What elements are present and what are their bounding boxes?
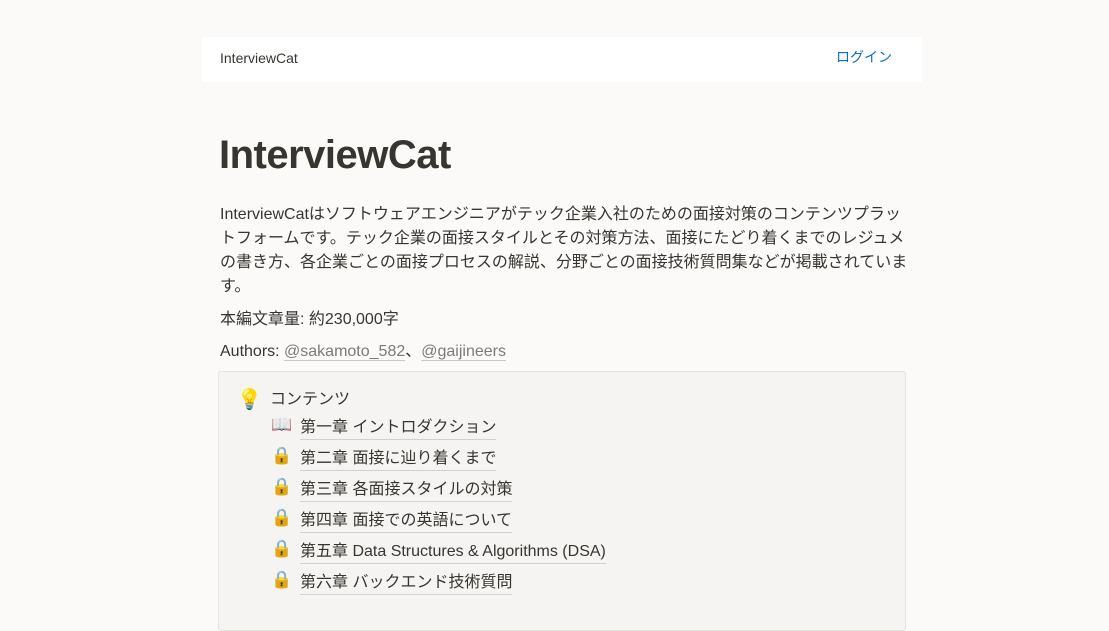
chapter-item: 🔒 第三章 各面接スタイルの対策 [271, 476, 606, 507]
word-count: 本編文章量: 約230,000字 [220, 311, 399, 328]
chapter-item: 🔒 第二章 面接に辿り着くまで [271, 445, 606, 476]
contents-title: コンテンツ [270, 391, 351, 408]
login-link[interactable]: ログイン [836, 47, 892, 67]
chapter-link-3[interactable]: 第三章 各面接スタイルの対策 [300, 479, 513, 502]
chapter-link-1[interactable]: 第一章 イントロダクション [300, 417, 497, 440]
page-title: InterviewCat [219, 133, 451, 177]
lock-icon: 🔒 [271, 446, 293, 465]
lock-icon: 🔒 [271, 570, 293, 589]
brand-logo[interactable]: InterviewCat [220, 50, 298, 66]
contents-callout: 💡 コンテンツ 📖 第一章 イントロダクション 🔒 第二章 面接に辿り着くまで … [218, 371, 906, 631]
authors-label: Authors: [220, 343, 285, 360]
open-book-icon: 📖 [271, 415, 293, 434]
lightbulb-icon: 💡 [237, 389, 262, 411]
chapter-link-4[interactable]: 第四章 面接での英語について [300, 510, 512, 533]
author-separator: 、 [405, 343, 422, 360]
chapter-item: 🔒 第四章 面接での英語について [271, 507, 606, 538]
author-link-sakamoto[interactable]: @sakamoto_582 [284, 343, 406, 361]
chapter-item: 🔒 第五章 Data Structures & Algorithms (DSA) [271, 538, 606, 569]
chapter-list: 📖 第一章 イントロダクション 🔒 第二章 面接に辿り着くまで 🔒 第三章 各面… [271, 414, 606, 600]
author-link-gaijineers[interactable]: @gaijineers [421, 343, 506, 361]
lock-icon: 🔒 [271, 539, 293, 558]
lock-icon: 🔒 [271, 508, 293, 527]
chapter-link-2[interactable]: 第二章 面接に辿り着くまで [300, 448, 497, 471]
chapter-link-6[interactable]: 第六章 バックエンド技術質問 [300, 572, 513, 595]
description: InterviewCatはソフトウェアエンジニアがテック企業入社のための面接対策… [220, 206, 908, 295]
navbar: InterviewCat ログイン [202, 37, 922, 82]
chapter-item: 📖 第一章 イントロダクション [271, 414, 606, 445]
chapter-item: 🔒 第六章 バックエンド技術質問 [271, 569, 606, 600]
chapter-link-5[interactable]: 第五章 Data Structures & Algorithms (DSA) [300, 541, 606, 564]
authors: Authors: @sakamoto_582、@gaijineers [220, 340, 506, 364]
lock-icon: 🔒 [271, 477, 293, 496]
